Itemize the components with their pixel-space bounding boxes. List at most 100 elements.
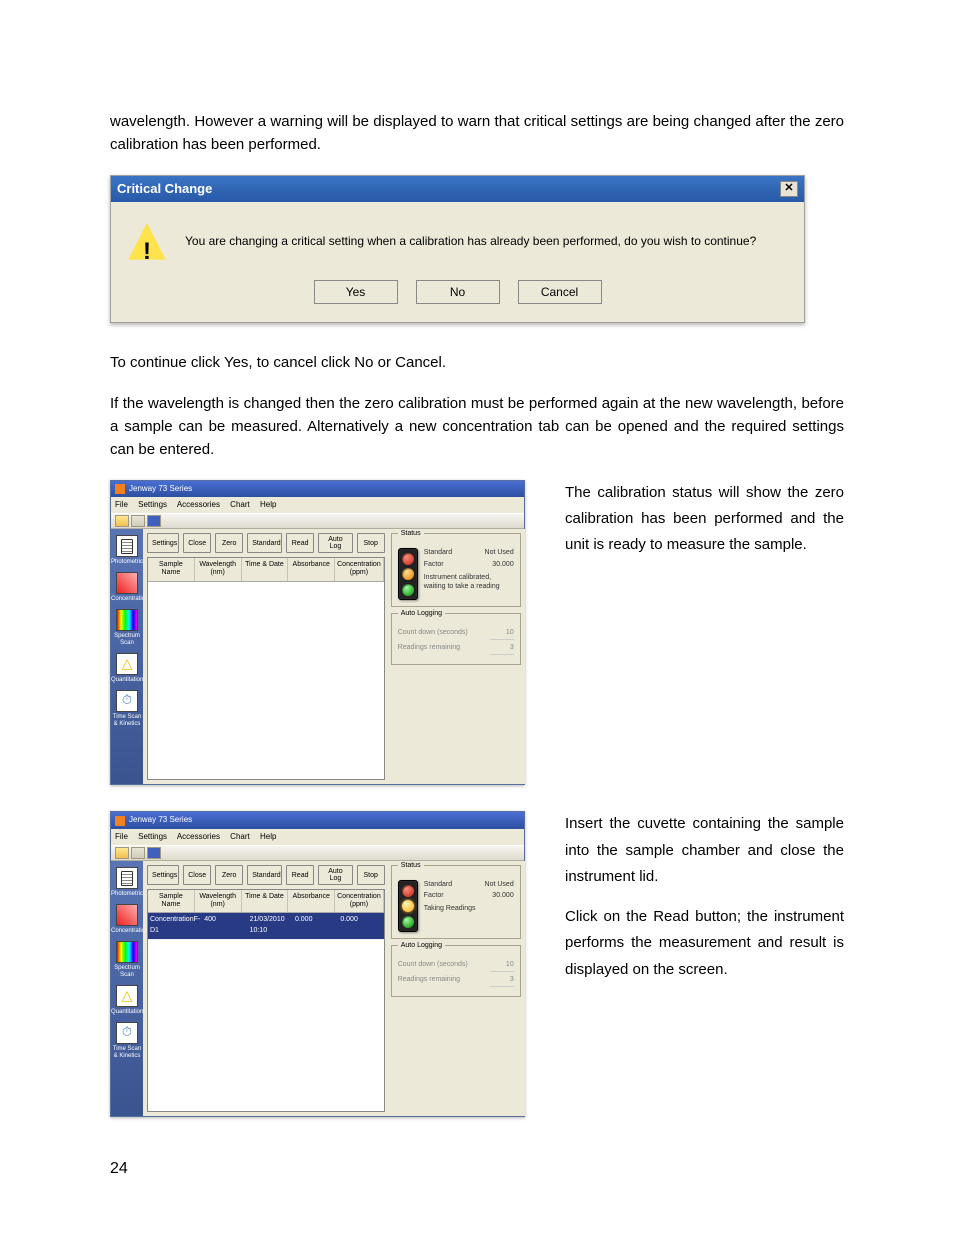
toolbar-export-icon[interactable] — [131, 847, 145, 859]
remaining-value: 3 — [490, 643, 514, 655]
status-message: Taking Readings — [424, 904, 514, 913]
status-message: Instrument calibrated, waiting to take a… — [424, 573, 514, 591]
sidebar-item-quantitation[interactable]: Quantitation — [111, 985, 143, 1016]
col-concentration: Concentration (ppm) — [335, 890, 384, 912]
sidebar-item-time-scan[interactable]: Time Scan & Kinetics — [111, 1022, 143, 1060]
standard-button[interactable]: Standard — [247, 533, 282, 553]
autolog-group-title: Auto Logging — [398, 941, 445, 952]
auto-log-button[interactable]: Auto Log — [318, 865, 353, 885]
sidebar-item-spectrum-scan[interactable]: Spectrum Scan — [111, 609, 143, 647]
menu-help[interactable]: Help — [260, 500, 276, 509]
no-button[interactable]: No — [416, 280, 500, 304]
factor-label: Factor — [424, 560, 444, 569]
menu-file[interactable]: File — [115, 500, 128, 509]
toolbar-save-icon[interactable] — [147, 515, 161, 527]
light-amber — [402, 568, 414, 580]
right-text-2b: Click on the Read button; the instrument… — [565, 904, 844, 983]
menu-help[interactable]: Help — [260, 832, 276, 841]
zero-button[interactable]: Zero — [215, 865, 243, 885]
app-titlebar: Jenway 73 Series — [111, 481, 524, 497]
close-button[interactable]: Close — [183, 865, 211, 885]
zero-button[interactable]: Zero — [215, 533, 243, 553]
app-icon — [115, 816, 125, 826]
menu-accessories[interactable]: Accessories — [177, 832, 220, 841]
photometrics-icon — [116, 867, 138, 889]
app-title: Jenway 73 Series — [129, 483, 192, 495]
status-group: Status StandardNot Used Factor30.000 — [391, 533, 521, 607]
stop-button[interactable]: Stop — [357, 865, 385, 885]
menu-settings[interactable]: Settings — [138, 500, 167, 509]
close-button[interactable]: Close — [183, 533, 211, 553]
menu-settings[interactable]: Settings — [138, 832, 167, 841]
status-group-title: Status — [398, 529, 424, 540]
light-green — [402, 916, 414, 928]
light-amber — [402, 900, 414, 912]
auto-log-button[interactable]: Auto Log — [318, 533, 353, 553]
page-number: 24 — [110, 1157, 844, 1182]
spectrum-scan-icon — [116, 609, 138, 631]
standard-label: Standard — [424, 548, 452, 557]
status-group-title: Status — [398, 861, 424, 872]
sidebar-item-time-scan[interactable]: Time Scan & Kinetics — [111, 690, 143, 728]
table-header: Sample Name Wavelength (nm) Time & Date … — [148, 558, 384, 581]
toolbar-export-icon[interactable] — [131, 515, 145, 527]
read-button[interactable]: Read — [286, 865, 314, 885]
status-group: Status StandardNot Used Factor30.000 — [391, 865, 521, 939]
results-table: Sample Name Wavelength (nm) Time & Date … — [147, 889, 385, 1112]
factor-value: 30.000 — [492, 891, 513, 900]
sidebar-item-photometrics[interactable]: Photometrics — [111, 535, 143, 566]
app-sidebar: Photometrics Concentration Spectrum Scan… — [111, 529, 143, 784]
results-table: Sample Name Wavelength (nm) Time & Date … — [147, 557, 385, 780]
sidebar-item-spectrum-scan[interactable]: Spectrum Scan — [111, 941, 143, 979]
quantitation-icon — [116, 653, 138, 675]
countdown-value: 10 — [490, 960, 514, 972]
countdown-value: 10 — [490, 628, 514, 640]
cell-concentration: 0.000 — [338, 913, 383, 939]
toolbar-open-icon[interactable] — [115, 847, 129, 859]
traffic-light-icon — [398, 880, 418, 932]
menu-accessories[interactable]: Accessories — [177, 500, 220, 509]
standard-value: Not Used — [485, 880, 514, 889]
col-time-date: Time & Date — [242, 890, 289, 912]
light-red — [402, 885, 414, 897]
close-icon[interactable]: ✕ — [780, 181, 798, 197]
time-scan-icon — [116, 690, 138, 712]
sidebar-item-quantitation[interactable]: Quantitation — [111, 653, 143, 684]
autolog-group-title: Auto Logging — [398, 609, 445, 620]
intro-paragraph: wavelength. However a warning will be di… — [110, 110, 844, 157]
right-text-1: The calibration status will show the zer… — [565, 480, 844, 559]
sidebar-item-photometrics[interactable]: Photometrics — [111, 867, 143, 898]
standard-label: Standard — [424, 880, 452, 889]
table-row[interactable]: ConcentrationF-D1 400 21/03/2010 10:10 0… — [148, 913, 384, 940]
after-dialog-para-1: To continue click Yes, to cancel click N… — [110, 351, 844, 374]
sidebar-item-concentration[interactable]: Concentration — [111, 904, 143, 935]
menu-chart[interactable]: Chart — [230, 500, 250, 509]
countdown-label: Count down (seconds) — [398, 628, 468, 640]
col-concentration: Concentration (ppm) — [335, 558, 384, 580]
app-titlebar: Jenway 73 Series — [111, 812, 524, 828]
cancel-button[interactable]: Cancel — [518, 280, 602, 304]
warning-icon — [127, 222, 167, 262]
menu-chart[interactable]: Chart — [230, 832, 250, 841]
app-sidebar: Photometrics Concentration Spectrum Scan… — [111, 861, 143, 1116]
col-sample-name: Sample Name — [148, 890, 195, 912]
toolbar-save-icon[interactable] — [147, 847, 161, 859]
stop-button[interactable]: Stop — [357, 533, 385, 553]
sidebar-item-concentration[interactable]: Concentration — [111, 572, 143, 603]
remaining-label: Readings remaining — [398, 643, 460, 655]
col-absorbance: Absorbance — [288, 890, 335, 912]
toolbar-open-icon[interactable] — [115, 515, 129, 527]
yes-button[interactable]: Yes — [314, 280, 398, 304]
dialog-title: Critical Change — [117, 179, 212, 199]
cell-datetime: 21/03/2010 10:10 — [248, 913, 293, 939]
dialog-message: You are changing a critical setting when… — [185, 232, 756, 251]
settings-button[interactable]: Settings — [147, 533, 179, 553]
factor-label: Factor — [424, 891, 444, 900]
remaining-value: 3 — [490, 975, 514, 987]
standard-button[interactable]: Standard — [247, 865, 282, 885]
app-menubar: File Settings Accessories Chart Help — [111, 497, 524, 513]
menu-file[interactable]: File — [115, 832, 128, 841]
settings-button[interactable]: Settings — [147, 865, 179, 885]
read-button[interactable]: Read — [286, 533, 314, 553]
app-toolbar — [111, 513, 524, 529]
